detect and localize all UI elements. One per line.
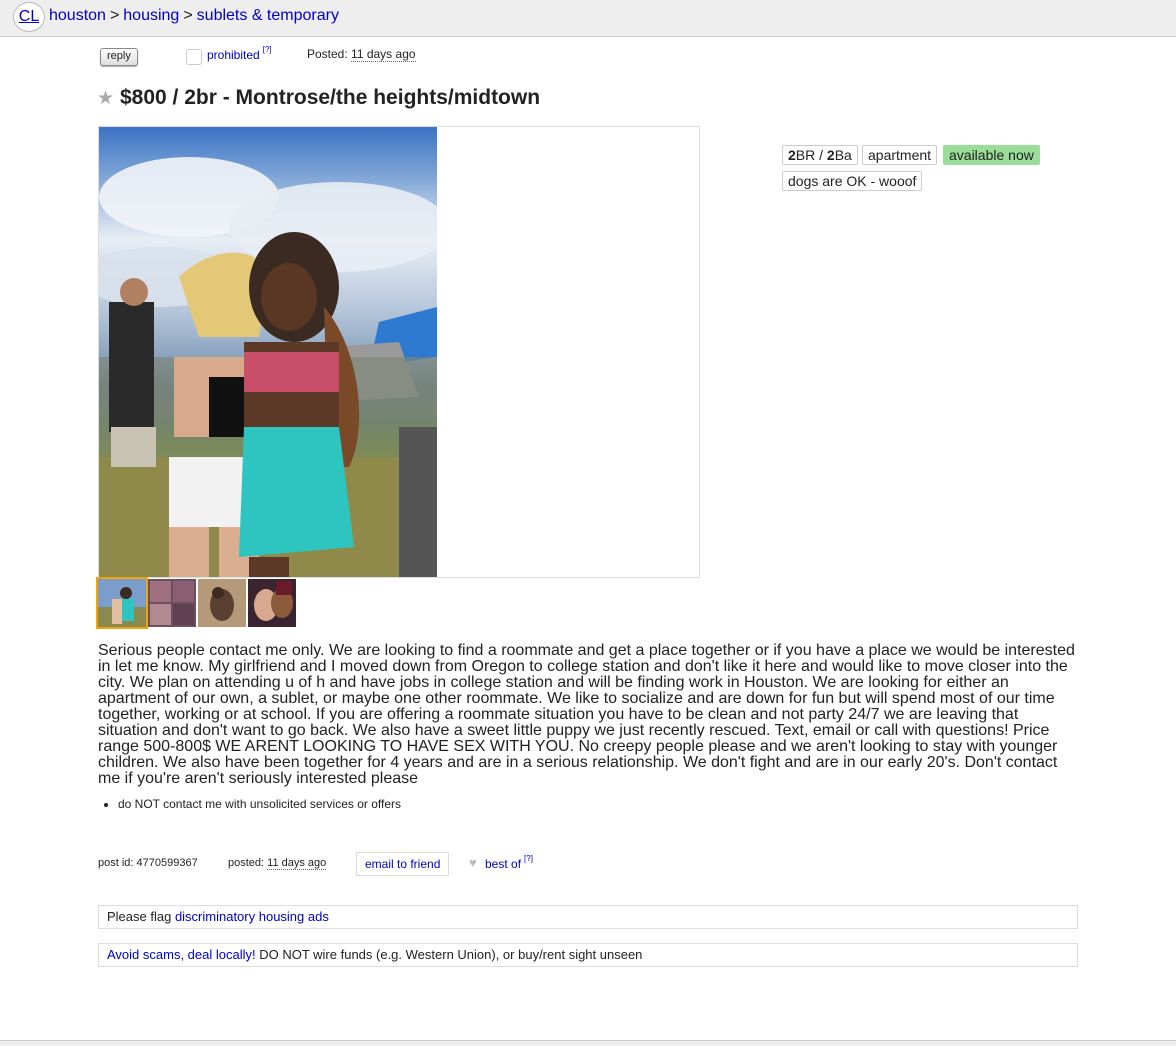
flag-discrimination-notice: Please flag discriminatory housing ads — [98, 905, 1078, 929]
notices-list: do NOT contact me with unsolicited servi… — [98, 797, 401, 811]
craigslist-logo[interactable]: CL — [13, 2, 45, 32]
attr-pets: dogs are OK - wooof — [782, 171, 923, 191]
breadcrumb-separator: > — [183, 7, 193, 24]
top-bar: CL houston > housing > sublets & temporary — [0, 0, 1176, 37]
footer-divider — [0, 1040, 1176, 1046]
attr-bedrooms-bathrooms: 2BR / 2Ba — [782, 145, 858, 165]
breadcrumb-sublets[interactable]: sublets & temporary — [197, 7, 339, 24]
thumbnail-3[interactable] — [198, 579, 246, 627]
posting-body: Serious people contact me only. We are l… — [98, 642, 1075, 787]
posting-title: $800 / 2br - Montrose/the heights/midtow… — [120, 86, 541, 109]
thumbnail-1[interactable] — [96, 577, 148, 629]
flag-checkbox[interactable] — [186, 49, 202, 65]
notice-item: do NOT contact me with unsolicited servi… — [118, 797, 401, 811]
main-photo[interactable] — [99, 127, 437, 577]
image-gallery[interactable] — [98, 126, 700, 578]
prohibited-flag-link[interactable]: prohibited — [207, 48, 260, 62]
favorite-star-icon[interactable]: ★ — [97, 87, 114, 110]
scam-warning: Avoid scams, deal locally! DO NOT wire f… — [98, 943, 1078, 967]
breadcrumb-houston[interactable]: houston — [49, 7, 106, 24]
thumbnail-4[interactable] — [248, 579, 296, 627]
discriminatory-housing-link[interactable]: discriminatory housing ads — [175, 909, 329, 924]
posted-date: Posted: 11 days ago — [307, 47, 416, 62]
reply-button[interactable]: reply — [100, 48, 138, 66]
avoid-scams-link[interactable]: Avoid scams, deal locally! — [107, 947, 256, 962]
heart-icon[interactable]: ♥ — [469, 855, 477, 870]
post-date: posted: 11 days ago — [228, 857, 327, 870]
attr-availability: available now — [943, 145, 1040, 165]
thumbnail-2[interactable] — [148, 579, 196, 627]
post-info: post id: 4770599367 posted: 11 days ago … — [98, 852, 698, 877]
main-photo-image — [99, 157, 437, 577]
email-to-friend-button[interactable]: email to friend — [356, 852, 450, 876]
posting-action-bar: reply prohibited [?] Posted: 11 days ago — [98, 45, 698, 66]
breadcrumb: houston > housing > sublets & temporary — [49, 7, 339, 25]
breadcrumb-housing[interactable]: housing — [123, 7, 179, 24]
best-of-help-link[interactable]: [?] — [524, 854, 533, 863]
best-of-link[interactable]: best of — [485, 857, 521, 871]
post-id: post id: 4770599367 — [98, 857, 198, 869]
prohibited-help-link[interactable]: [?] — [263, 45, 272, 54]
breadcrumb-separator: > — [109, 7, 120, 24]
attr-housing-type: apartment — [862, 145, 938, 165]
